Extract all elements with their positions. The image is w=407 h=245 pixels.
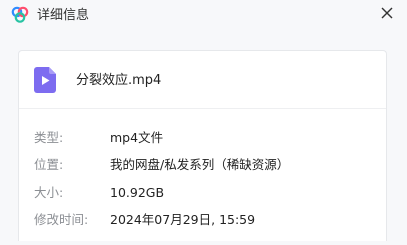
info-row-type: 类型: mp4文件 bbox=[19, 128, 386, 148]
title-bar: 详细信息 bbox=[0, 0, 407, 32]
file-header: 分裂效应.mp4 bbox=[19, 51, 386, 109]
video-file-icon bbox=[34, 67, 56, 93]
info-row-modified: 修改时间: 2024年07月29日, 15:59 bbox=[19, 210, 386, 230]
close-icon[interactable] bbox=[377, 3, 397, 23]
info-row-size: 大小: 10.92GB bbox=[19, 183, 386, 203]
info-row-location: 位置: 我的网盘/私发系列（稀缺资源） bbox=[19, 155, 386, 175]
details-card: 分裂效应.mp4 类型: mp4文件 位置: 我的网盘/私发系列（稀缺资源） 大… bbox=[18, 50, 387, 241]
file-name: 分裂效应.mp4 bbox=[76, 73, 162, 88]
location-value: 我的网盘/私发系列（稀缺资源） bbox=[110, 157, 290, 172]
type-value: mp4文件 bbox=[110, 130, 164, 145]
details-dialog: 详细信息 分裂效应.mp4 类型: mp4文件 位置: 我的网盘/私发系列（稀缺… bbox=[0, 0, 407, 245]
size-label: 大小: bbox=[34, 185, 64, 200]
location-label: 位置: bbox=[34, 157, 64, 172]
cloud-logo-icon bbox=[11, 6, 29, 23]
modified-time-value: 2024年07月29日, 15:59 bbox=[110, 212, 256, 227]
type-label: 类型: bbox=[34, 130, 64, 145]
size-value: 10.92GB bbox=[110, 185, 165, 200]
dialog-title: 详细信息 bbox=[37, 8, 90, 23]
modified-time-label: 修改时间: bbox=[34, 212, 89, 227]
